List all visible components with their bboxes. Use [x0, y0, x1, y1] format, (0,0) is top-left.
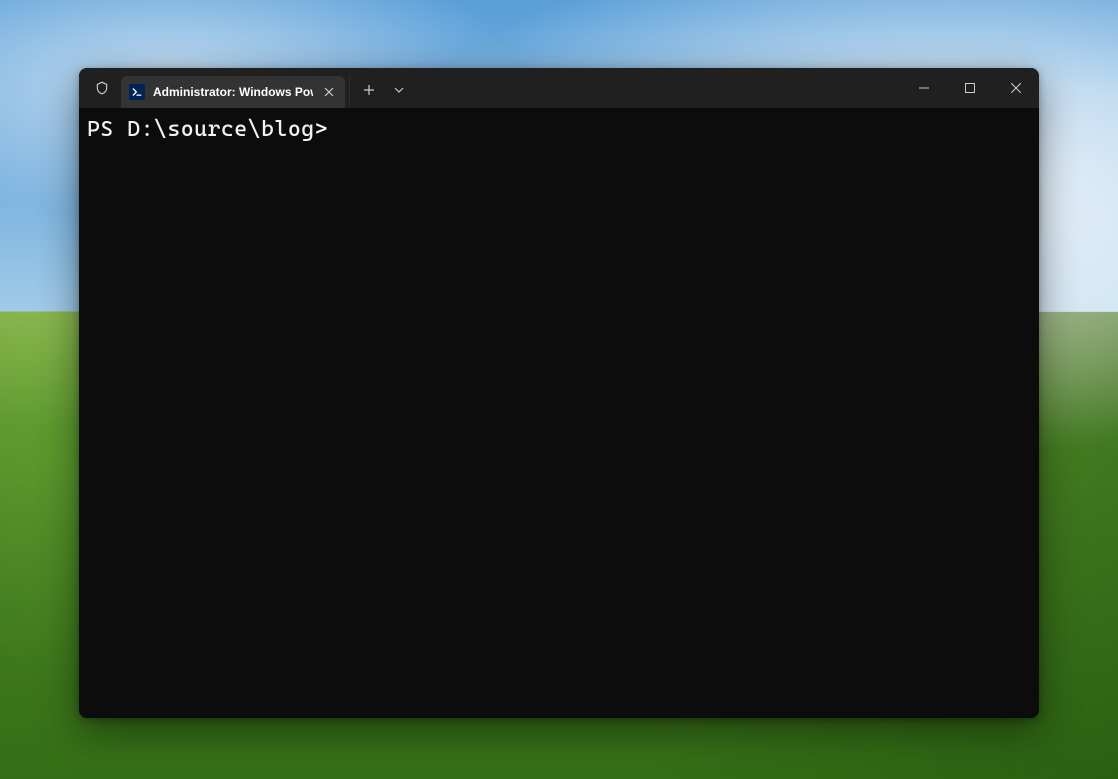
titlebar-left: Administrator: Windows PowerShell [79, 68, 414, 108]
tab-title: Administrator: Windows PowerShell [153, 85, 313, 99]
tab-dropdown-button[interactable] [384, 75, 414, 105]
maximize-button[interactable] [947, 68, 993, 108]
close-icon [324, 87, 334, 97]
titlebar-drag-region[interactable] [414, 68, 901, 108]
minimize-button[interactable] [901, 68, 947, 108]
minimize-icon [919, 83, 929, 93]
terminal-window: Administrator: Windows PowerShell [79, 68, 1039, 718]
new-tab-button[interactable] [354, 75, 384, 105]
close-window-button[interactable] [993, 68, 1039, 108]
maximize-icon [965, 83, 975, 93]
plus-icon [363, 84, 375, 96]
close-icon [1011, 83, 1021, 93]
tab-powershell[interactable]: Administrator: Windows PowerShell [121, 76, 345, 108]
window-controls [901, 68, 1039, 108]
tab-close-button[interactable] [319, 82, 339, 102]
chevron-down-icon [394, 85, 404, 95]
tab-actions [349, 74, 414, 106]
titlebar[interactable]: Administrator: Windows PowerShell [79, 68, 1039, 108]
powershell-icon [129, 84, 145, 100]
prompt-line: PS D:\source\blog> [87, 117, 341, 142]
shield-icon [93, 79, 111, 97]
terminal-body[interactable]: PS D:\source\blog> [79, 108, 1039, 718]
